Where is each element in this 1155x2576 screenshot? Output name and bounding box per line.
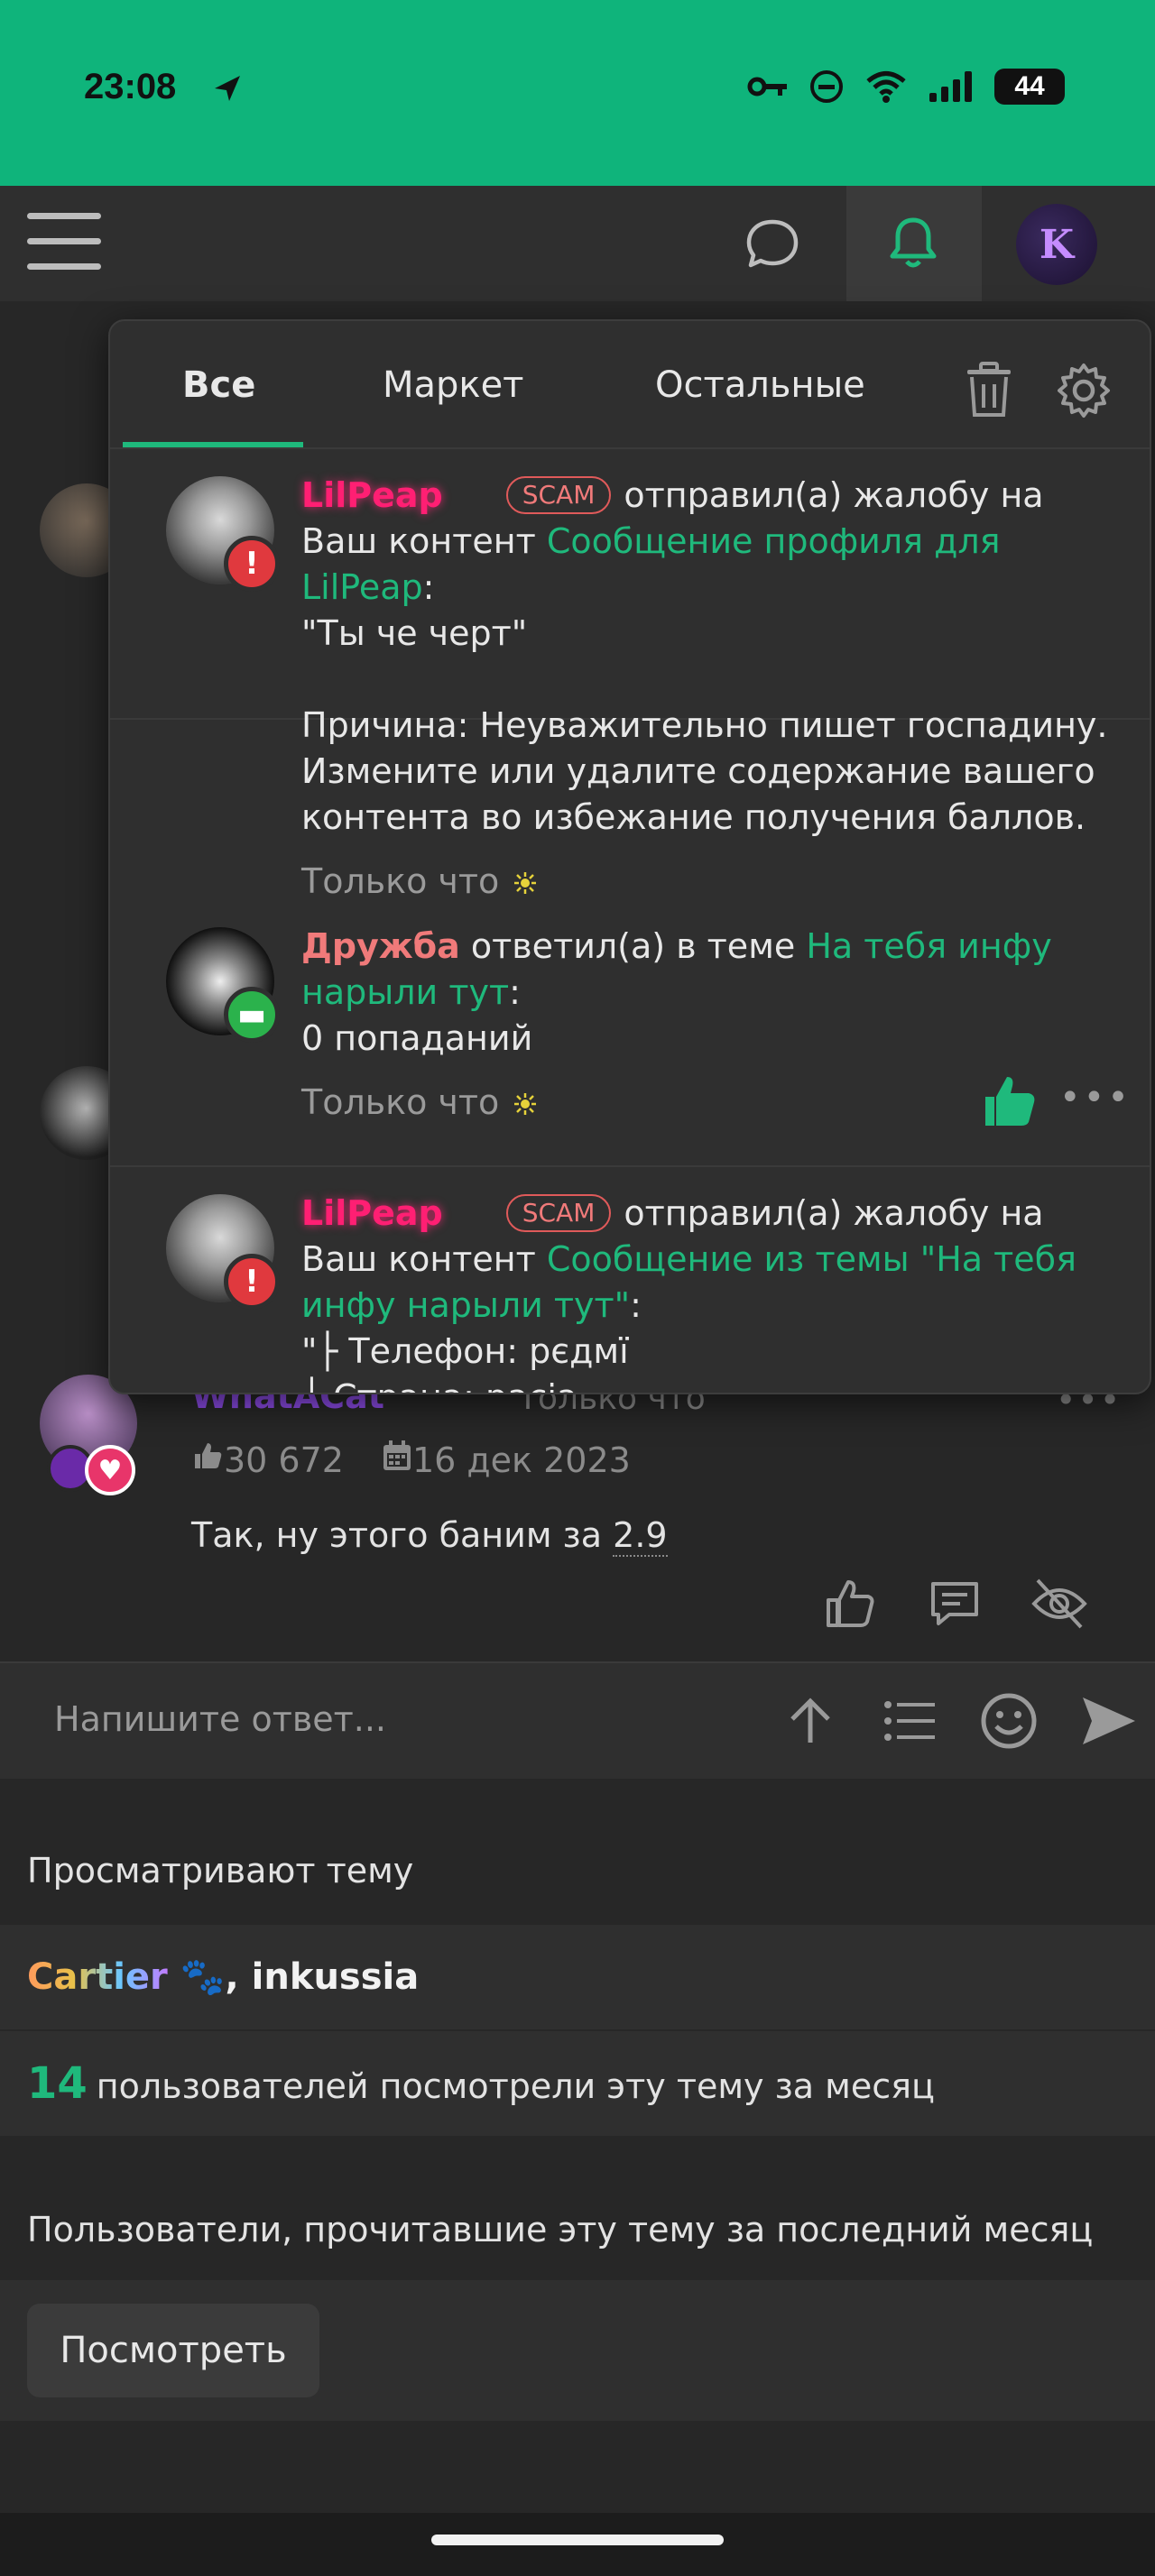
active-tab-indicator xyxy=(123,442,303,447)
readers-panel: Посмотреть xyxy=(0,2280,1155,2421)
status-icons: 44 xyxy=(747,69,1065,105)
notification-item[interactable]: ! LilPeap SCAM отправил(а) жалобу на Ваш к… xyxy=(110,1167,1150,1393)
post-content: Так, ну этого баним за 2.9 xyxy=(191,1515,668,1557)
list-icon[interactable] xyxy=(877,1688,942,1753)
do-not-disturb-icon xyxy=(810,70,843,103)
notification-item[interactable]: ! LilPeap SCAM отправил(а) жалобу на Ваш к… xyxy=(110,449,1150,901)
view-readers-button[interactable]: Посмотреть xyxy=(27,2304,319,2397)
post-date: 16 дек 2023 xyxy=(382,1440,631,1480)
reply-bar: Напишите ответ... xyxy=(0,1661,1155,1779)
viewer-link[interactable]: inkussia xyxy=(252,1956,420,1998)
viewers-list: Cartier 🐾, inkussia xyxy=(0,1925,1155,2029)
likes-count: 30 672 xyxy=(191,1440,344,1480)
notification-user[interactable]: LilPeap xyxy=(301,1193,443,1233)
message-icon: ▬ xyxy=(224,987,280,1043)
menu-icon[interactable] xyxy=(25,207,103,276)
like-icon[interactable] xyxy=(818,1571,882,1636)
key-icon xyxy=(747,77,787,97)
tab-other[interactable]: Остальные xyxy=(655,364,865,406)
more-icon[interactable]: ••• xyxy=(1059,1077,1132,1118)
tab-all[interactable]: Все xyxy=(182,364,255,406)
profile-avatar[interactable]: K xyxy=(1016,204,1097,285)
new-sparkle-icon xyxy=(514,1093,537,1115)
location-arrow-icon xyxy=(215,76,240,101)
post-value: 2.9 xyxy=(613,1515,668,1557)
heart-badge-icon: ♥ xyxy=(85,1445,135,1495)
alert-icon: ! xyxy=(224,1254,280,1310)
post-stats: 30 672 16 дек 2023 xyxy=(191,1440,631,1480)
viewer-link[interactable]: Cartier xyxy=(27,1956,168,1998)
notification-user[interactable]: Дружба xyxy=(301,926,460,966)
notification-time: Только что xyxy=(301,861,500,901)
view-count-text: 14 пользователей посмотрели эту тему за м… xyxy=(27,2058,935,2109)
scam-badge: SCAM xyxy=(505,1194,612,1232)
reply-icon[interactable] xyxy=(922,1571,987,1636)
notification-content: LilPeap SCAM отправил(а) жалобу на Ваш кон… xyxy=(301,1193,1076,1393)
chat-icon[interactable] xyxy=(740,213,805,278)
tab-market[interactable]: Маркет xyxy=(383,364,523,406)
notification-time: Только что xyxy=(301,1082,500,1122)
alert-icon: ! xyxy=(224,536,280,592)
signal-icon xyxy=(929,71,972,102)
status-bar: 23:08 44 xyxy=(0,0,1155,186)
calendar-icon xyxy=(383,1440,411,1470)
paw-icon: 🐾 xyxy=(180,1956,226,1998)
readers-title: Пользователи, прочитавшие эту тему за по… xyxy=(27,2210,1094,2249)
viewing-title: Просматривают тему xyxy=(27,1851,414,1891)
notifications-button[interactable] xyxy=(846,186,982,301)
reply-input[interactable]: Напишите ответ... xyxy=(54,1699,386,1739)
viewer-names: Cartier 🐾, inkussia xyxy=(27,1956,420,1998)
notification-user[interactable]: LilPeap xyxy=(301,475,443,515)
arrow-up-icon[interactable] xyxy=(778,1688,843,1753)
like-icon[interactable] xyxy=(982,1073,1038,1129)
view-count: 14 xyxy=(27,2058,88,2109)
notification-tabs: Все Маркет Остальные xyxy=(110,321,1150,449)
send-icon[interactable] xyxy=(1076,1688,1141,1753)
app-header: K xyxy=(0,186,1155,301)
emoji-icon[interactable] xyxy=(976,1688,1041,1753)
view-count-panel: 14 пользователей посмотрели эту тему за м… xyxy=(0,2031,1155,2136)
notification-item[interactable]: ▬ Дружба ответил(а) в теме На тебя инфу … xyxy=(110,900,1150,1167)
bell-icon xyxy=(890,217,937,268)
thumbs-up-icon xyxy=(195,1443,222,1468)
trash-icon[interactable] xyxy=(962,361,1016,419)
post-actions xyxy=(818,1571,1092,1636)
scam-badge: SCAM xyxy=(505,476,612,514)
reply-tools xyxy=(778,1688,1141,1753)
notification-content: LilPeap SCAM отправил(а) жалобу на Ваш кон… xyxy=(301,475,1108,901)
gear-icon[interactable] xyxy=(1054,361,1113,420)
home-indicator[interactable] xyxy=(431,2535,724,2545)
hide-icon[interactable] xyxy=(1027,1571,1092,1636)
status-time: 23:08 xyxy=(84,67,177,106)
notifications-popup: Все Маркет Остальные ! LilPeap SCAM отправ… xyxy=(108,319,1151,1394)
new-sparkle-icon xyxy=(514,872,537,894)
battery-indicator: 44 xyxy=(994,69,1065,105)
wifi-icon xyxy=(866,71,906,103)
